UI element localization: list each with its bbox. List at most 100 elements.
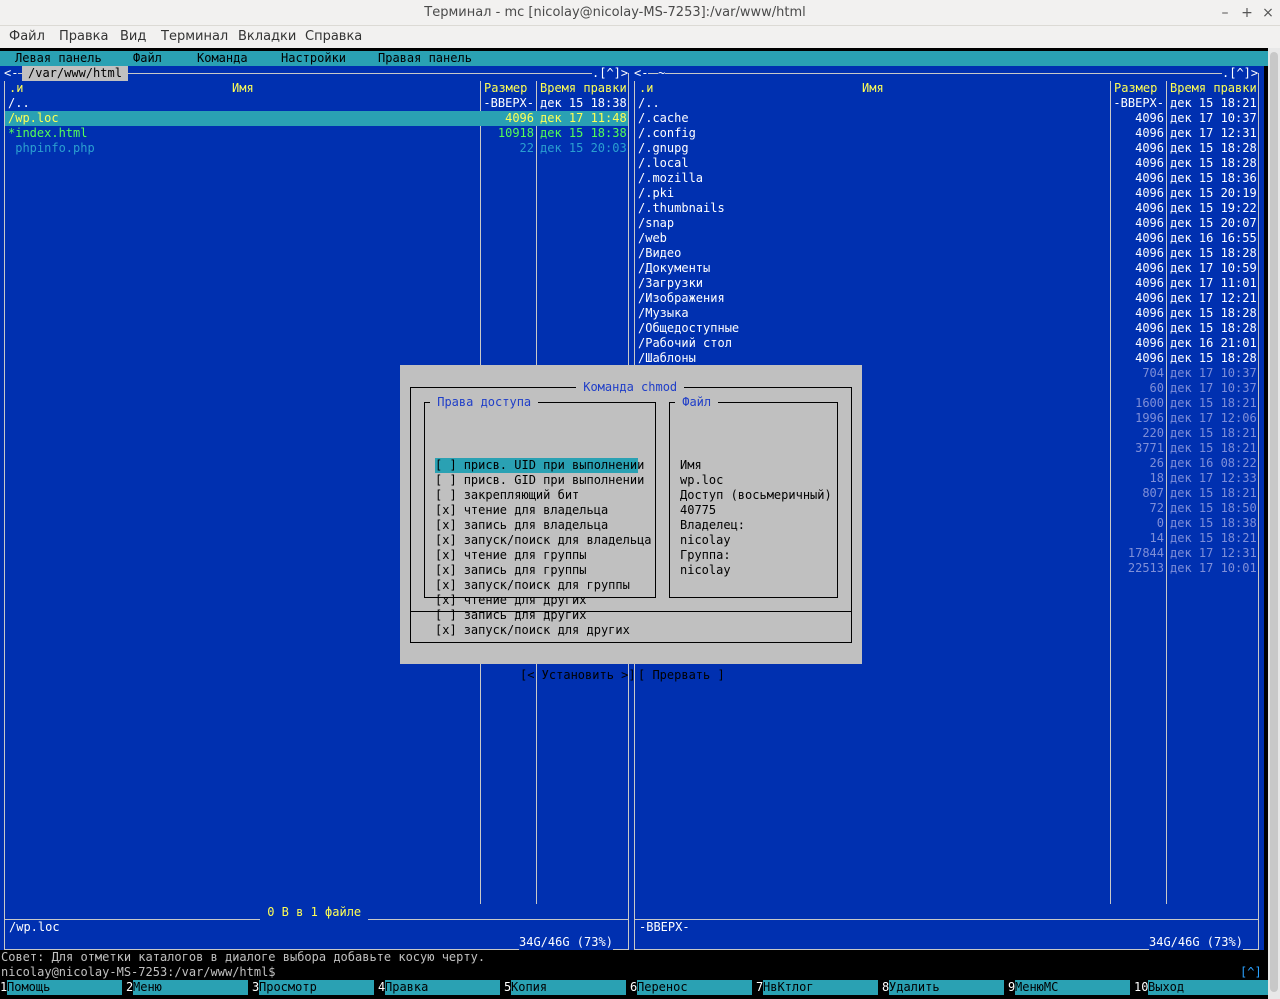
perm-check-mark[interactable]: [x] [435,578,457,592]
perm-checkbox[interactable]: [x] запись для владельца [435,518,608,533]
perm-check-mark[interactable]: [x] [435,503,457,517]
right-row-size: 4096 [1135,321,1164,335]
left-col-name[interactable]: Имя [232,81,254,96]
right-row-name[interactable]: /Шаблоны [638,351,696,366]
file-info-line: nicolay [680,563,731,577]
maximize-button[interactable]: + [1238,4,1256,22]
perm-checkbox[interactable]: [x] запуск/поиск для других [435,623,630,638]
perm-checkbox[interactable]: [ ] присв. GID при выполнении [435,473,644,488]
menu-tabs[interactable]: Вкладки [238,29,296,44]
fkey-button[interactable]: Удалить [889,980,1004,995]
close-button[interactable]: × [1259,4,1277,22]
fkey-button[interactable]: Перенос [637,980,752,995]
right-row-size: 4096 [1135,201,1164,215]
cancel-button[interactable]: [ Прервать ] [638,668,725,683]
perm-check-mark[interactable]: [ ] [435,458,457,472]
mc-menu-left-panel[interactable]: Левая панель [15,51,102,66]
right-row-time: дек 15 18:28 [1170,351,1257,365]
menu-help[interactable]: Справка [305,29,362,44]
perm-checkbox[interactable]: [ ] запись для других [435,608,587,623]
right-row-name[interactable]: /.gnupg [638,141,689,156]
right-panel-status: -ВВЕРХ- [639,920,690,934]
right-row-name[interactable]: /.cache [638,111,689,126]
mc-menu-file[interactable]: Файл [133,51,162,66]
right-row-time: дек 17 10:37 [1170,366,1257,380]
fkey-button[interactable]: НвКтлог [763,980,878,995]
menu-terminal[interactable]: Терминал [161,29,228,44]
fkey-button[interactable]: Меню [133,980,248,995]
left-col-time[interactable]: Время правки [540,81,627,96]
perm-checkbox[interactable]: [x] запись для группы [435,563,587,578]
right-row-name[interactable]: /Документы [638,261,710,276]
set-button[interactable]: [< Установить >] [520,668,636,683]
fkey-button[interactable]: Копия [511,980,626,995]
right-col-time[interactable]: Время правки [1170,81,1257,96]
right-col-size[interactable]: Размер [1114,81,1157,96]
perm-check-mark[interactable]: [x] [435,623,457,637]
mc-menu-right-panel[interactable]: Правая панель [378,51,472,66]
perm-check-mark[interactable]: [ ] [435,488,457,502]
left-row-name[interactable]: /.. [8,96,30,111]
mc-menu-options[interactable]: Настройки [281,51,346,66]
scrollbar-thumb[interactable] [1270,52,1278,992]
right-row-size: 1600 [1135,396,1164,410]
fkey-button[interactable]: МенюMC [1015,980,1130,995]
right-row-name[interactable]: /.. [638,96,660,111]
perm-check-mark[interactable]: [x] [435,533,457,547]
right-row-name[interactable]: /snap [638,216,674,231]
fkey-button[interactable]: Выход [1148,980,1268,995]
perm-check-mark[interactable]: [x] [435,593,457,607]
command-prompt[interactable]: nicolay@nicolay-MS-7253:/var/www/html$ [1,965,276,980]
right-row-name[interactable]: /.pki [638,186,674,201]
perm-checkbox[interactable]: [ ] присв. UID при выполнении [435,458,644,473]
right-row-size: 704 [1142,366,1164,380]
left-col-size[interactable]: Размер [484,81,527,96]
menu-view[interactable]: Вид [120,29,146,44]
perm-check-mark[interactable]: [ ] [435,473,457,487]
right-row-name[interactable]: /.mozilla [638,171,703,186]
left-row-name[interactable]: *index.html [8,126,87,141]
right-col-sort[interactable]: .и [639,81,653,96]
left-panel-nav-arrow[interactable]: <- [4,66,19,81]
right-row-name[interactable]: /.local [638,156,689,171]
perm-check-mark[interactable]: [x] [435,548,457,562]
right-col-name[interactable]: Имя [862,81,884,96]
menu-file[interactable]: Файл [9,29,45,44]
left-row-selected[interactable] [5,111,628,126]
right-row-name[interactable]: /.thumbnails [638,201,725,216]
left-row-name[interactable]: /wp.loc [8,111,59,126]
fkey-button[interactable]: Правка [385,980,500,995]
left-row-name[interactable]: phpinfo.php [8,141,94,156]
right-row-name[interactable]: /Рабочий стол [638,336,732,351]
perm-check-mark[interactable]: [x] [435,563,457,577]
terminal-screen[interactable]: Левая панель Файл Команда Настройки Прав… [0,48,1268,999]
mc-menu-command[interactable]: Команда [197,51,248,66]
perm-checkbox[interactable]: [x] чтение для других [435,593,587,608]
perm-checkbox[interactable]: [x] запуск/поиск для владельца [435,533,652,548]
perm-checkbox[interactable]: [x] запуск/поиск для группы [435,578,630,593]
left-col-sort[interactable]: .и [9,81,23,96]
left-panel-corner[interactable]: .[^]> [592,66,629,81]
left-panel-path[interactable]: /var/www/html [22,66,128,81]
fkey-button[interactable]: Просмотр [259,980,374,995]
perm-checkbox[interactable]: [x] чтение для группы [435,548,587,563]
right-row-size: 3771 [1135,441,1164,455]
right-row-name[interactable]: /Общедоступные [638,321,739,336]
right-row-name[interactable]: /.config [638,126,696,141]
right-row-name[interactable]: /web [638,231,667,246]
fkey-button[interactable]: Помощь [7,980,122,995]
right-row-name[interactable]: /Загрузки [638,276,703,291]
right-row-name[interactable]: /Музыка [638,306,689,321]
right-row-name[interactable]: /Изображения [638,291,725,306]
right-row-name[interactable]: /Видео [638,246,681,261]
perm-check-mark[interactable]: [ ] [435,608,457,622]
right-panel-nav-arrow[interactable]: <- [634,66,649,81]
minimize-button[interactable]: – [1216,4,1234,22]
right-row-time: дек 15 18:21 [1170,426,1257,440]
right-panel-corner[interactable]: .[^]> [1222,66,1259,81]
perm-checkbox[interactable]: [ ] закрепляющий бит [435,488,579,503]
perm-check-mark[interactable]: [x] [435,518,457,532]
right-panel-path[interactable]: ~ [658,66,666,81]
perm-checkbox[interactable]: [x] чтение для владельца [435,503,608,518]
menu-edit[interactable]: Правка [59,29,108,44]
